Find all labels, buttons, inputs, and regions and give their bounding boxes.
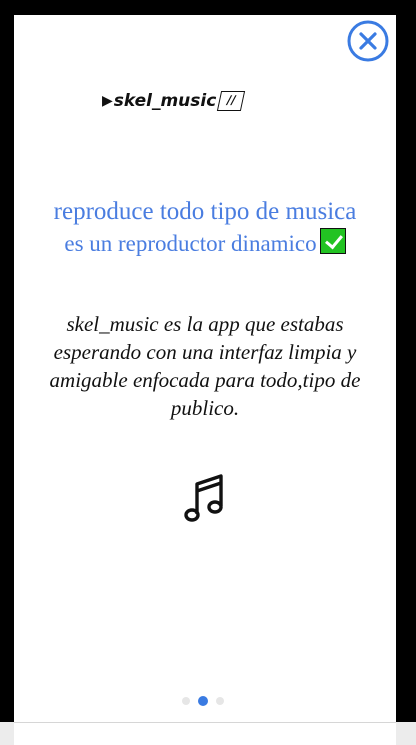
bottom-strip (0, 722, 416, 745)
app-logo: ▶ skel_music // (102, 88, 246, 114)
logo-text: skel_music (113, 91, 217, 111)
app-description: skel_music es la app que estabas esperan… (49, 312, 361, 420)
music-note-icon (184, 474, 223, 522)
check-box-icon (319, 228, 346, 254)
page-dot-2-active[interactable] (198, 696, 208, 706)
bottom-divider (14, 722, 396, 745)
page-indicator (182, 696, 224, 706)
headline-secondary-text: es un reproductor dinamico (64, 231, 317, 256)
page-dot-1[interactable] (182, 697, 190, 705)
scroll-edge (396, 15, 416, 722)
bottom-edge-left (0, 722, 14, 745)
pause-icon: // (217, 91, 246, 111)
headline-secondary: es un reproductor dinamico (14, 228, 396, 260)
headline-primary: reproduce todo tipo de musica (53, 198, 357, 225)
close-button[interactable] (347, 20, 389, 62)
play-icon: ▶ (102, 93, 113, 109)
bottom-edge-right (396, 722, 416, 745)
page-dot-3[interactable] (216, 697, 224, 705)
close-circle-icon (347, 20, 389, 62)
